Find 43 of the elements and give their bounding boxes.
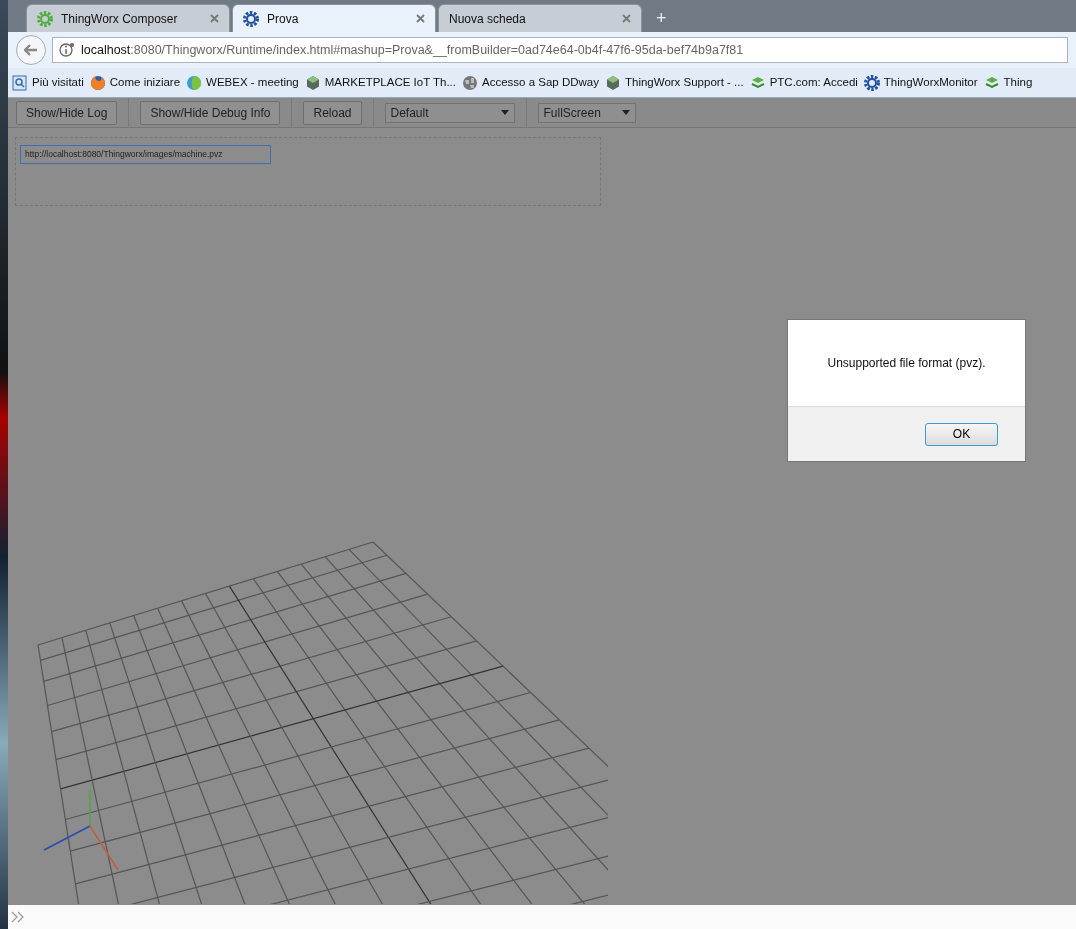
bookmark-link[interactable]: WEBEX - meeting [206,73,299,92]
toolbar-button[interactable]: Show/Hide Debug Info [140,100,281,125]
close-icon[interactable] [416,14,425,23]
url-input-field[interactable]: http://localhost:8080/Thingworx/images/machine.pvz [20,144,271,164]
back-arrow-icon [24,44,38,56]
browser-tab[interactable]: Nuova scheda [438,4,642,32]
caret-icon [500,110,509,115]
back-button[interactable] [16,35,46,65]
browser-tab[interactable]: Prova [232,4,436,32]
bookmark-link[interactable]: Più visitati [32,73,84,92]
toolbar-button[interactable]: Reload [303,100,362,125]
bookmark-link[interactable]: ThingWorxMonitor [883,73,978,92]
dialog-message: Unsupported file format (pvz). [827,355,986,372]
layers-icon [983,74,1000,91]
url-text: localhost:8080/Thingworx/Runtime/index.html#mashup=Prova&__fromBuilder=0ad74e64-0b4f-47f6-95da-bef74b9a7f81 [81,41,744,59]
dropdown-select[interactable]: FullScreen [537,102,636,123]
ok-button[interactable]: OK [925,422,998,446]
new-tab-button[interactable]: + [644,4,679,32]
caret-icon [621,110,630,115]
dropdown-select[interactable]: Default [384,102,515,123]
cube-icon [604,74,621,91]
bookmark-link[interactable]: ThingWorx Support - ... [624,73,744,92]
fox-globe-icon [89,74,106,91]
gear-icon [243,10,259,27]
close-icon[interactable] [210,14,219,23]
cube-icon [304,74,321,91]
gear-icon [863,74,880,91]
globe-icon [462,74,478,91]
layers-icon [749,74,766,91]
double-chevron-icon[interactable] [11,911,25,923]
bookmark-link[interactable]: PTC.com: Accedi [769,73,858,92]
bookmark-link[interactable]: Thing [1003,73,1033,92]
bookmark-link[interactable]: Accesso a Sap DDway [482,73,599,92]
bookmark-link[interactable]: Come iniziare [109,73,181,92]
address-bar[interactable]: localhost:8080/Thingworx/Runtime/index.html#mashup=Prova&__fromBuilder=0ad74e64-0b4f-47f6-95da-bef74b9a7f81 [52,37,1068,63]
gear-icon [37,10,53,27]
globe-icon [186,74,203,91]
info-icon [59,42,75,58]
bookmark-link[interactable]: MARKETPLACE IoT Th... [324,73,456,92]
bookmarks-page-icon [12,74,28,91]
toolbar-button[interactable]: Show/Hide Log [16,100,118,125]
browser-tab[interactable]: ThingWorx Composer [26,4,230,32]
close-icon[interactable] [622,14,631,23]
